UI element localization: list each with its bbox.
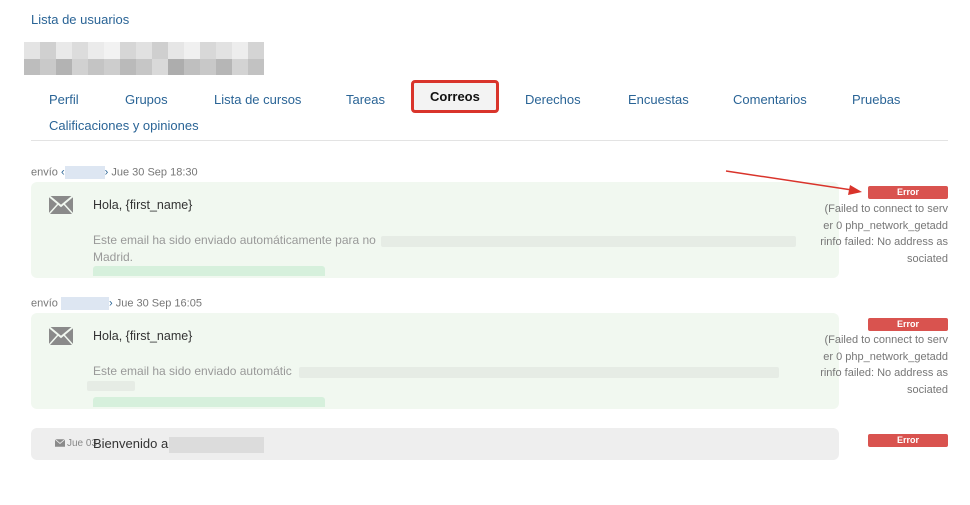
mail-greeting: Hola, {first_name} bbox=[93, 198, 193, 212]
thread-date: Jue 30 Sep 18:30 bbox=[111, 166, 198, 179]
tab-comentarios[interactable]: Comentarios bbox=[733, 92, 807, 107]
breadcrumb[interactable]: Lista de usuarios bbox=[31, 12, 129, 27]
envelope-icon bbox=[49, 327, 73, 345]
status-badge-error: Error bbox=[868, 318, 948, 331]
mail-greeting: Hola, {first_name} bbox=[93, 329, 193, 343]
collapsed-mail-subject: Bienvenido a bbox=[93, 436, 265, 453]
mail-card[interactable]: Hola, {first_name} Este email ha sido en… bbox=[31, 182, 839, 278]
thread-meta: envío ‹ › Jue 30 Sep 18:30 bbox=[31, 166, 198, 179]
tab-lista-de-cursos[interactable]: Lista de cursos bbox=[214, 92, 301, 107]
envelope-icon bbox=[54, 439, 66, 448]
thread-prefix: envío bbox=[31, 166, 58, 179]
tab-tareas[interactable]: Tareas bbox=[346, 92, 385, 107]
mail-card[interactable]: Hola, {first_name} Este email ha sido en… bbox=[31, 313, 839, 409]
thread-meta: envío › Jue 30 Sep 16:05 bbox=[31, 297, 202, 310]
redacted-user-name bbox=[24, 42, 264, 75]
tab-perfil[interactable]: Perfil bbox=[49, 92, 79, 107]
tab-pruebas[interactable]: Pruebas bbox=[852, 92, 900, 107]
envelope-icon bbox=[49, 196, 73, 214]
redacted-text bbox=[169, 436, 265, 453]
collapsed-mail[interactable]: Jue 03 Bienvenido a bbox=[31, 428, 839, 460]
thread-prefix: envío bbox=[31, 297, 58, 310]
tab-encuestas[interactable]: Encuestas bbox=[628, 92, 689, 107]
redacted-text bbox=[299, 367, 779, 378]
error-detail: (Failed to connect to server 0 php_netwo… bbox=[820, 334, 948, 396]
redacted-sender bbox=[64, 166, 105, 179]
annotation-arrow bbox=[725, 170, 862, 195]
thread-date: Jue 30 Sep 16:05 bbox=[115, 297, 202, 310]
status-badge-error: Error bbox=[868, 434, 948, 447]
redacted-text bbox=[381, 236, 796, 247]
collapsed-mail-date: Jue 03 bbox=[54, 438, 97, 449]
redacted-text bbox=[87, 381, 135, 391]
mail-action-button[interactable] bbox=[93, 266, 325, 276]
error-detail: (Failed to connect to server 0 php_netwo… bbox=[820, 203, 948, 265]
tab-calificaciones-y-opiniones[interactable]: Calificaciones y opiniones bbox=[49, 118, 199, 133]
tab-grupos[interactable]: Grupos bbox=[125, 92, 168, 107]
tab-correos[interactable]: Correos bbox=[411, 80, 499, 113]
mail-action-button[interactable] bbox=[93, 397, 325, 407]
tab-derechos[interactable]: Derechos bbox=[525, 92, 581, 107]
status-badge-error: Error bbox=[868, 186, 948, 199]
redacted-sender bbox=[60, 297, 109, 310]
tab-bar: Perfil Grupos Lista de cursos Tareas Cor… bbox=[31, 80, 948, 141]
